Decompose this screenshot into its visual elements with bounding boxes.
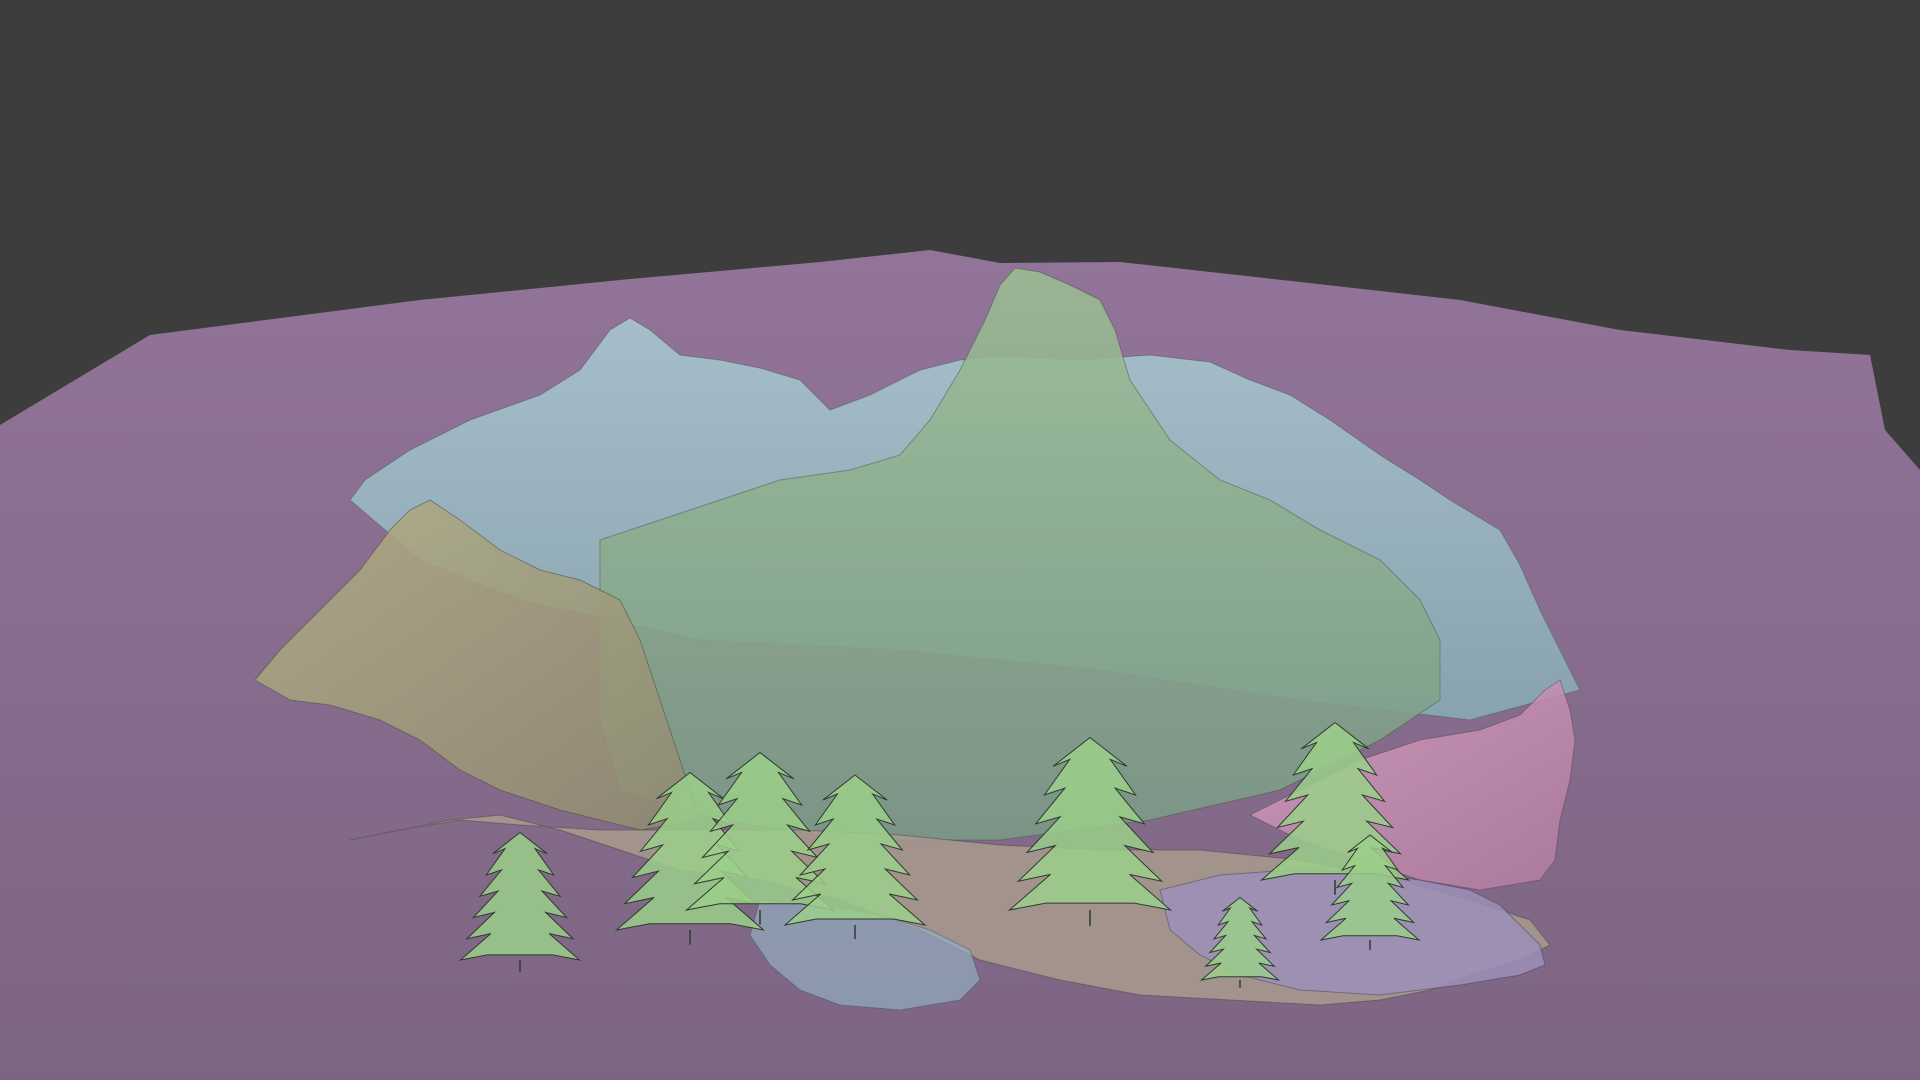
3d-viewport[interactable] <box>0 0 1920 1080</box>
terrain-scene[interactable] <box>0 0 1920 1080</box>
